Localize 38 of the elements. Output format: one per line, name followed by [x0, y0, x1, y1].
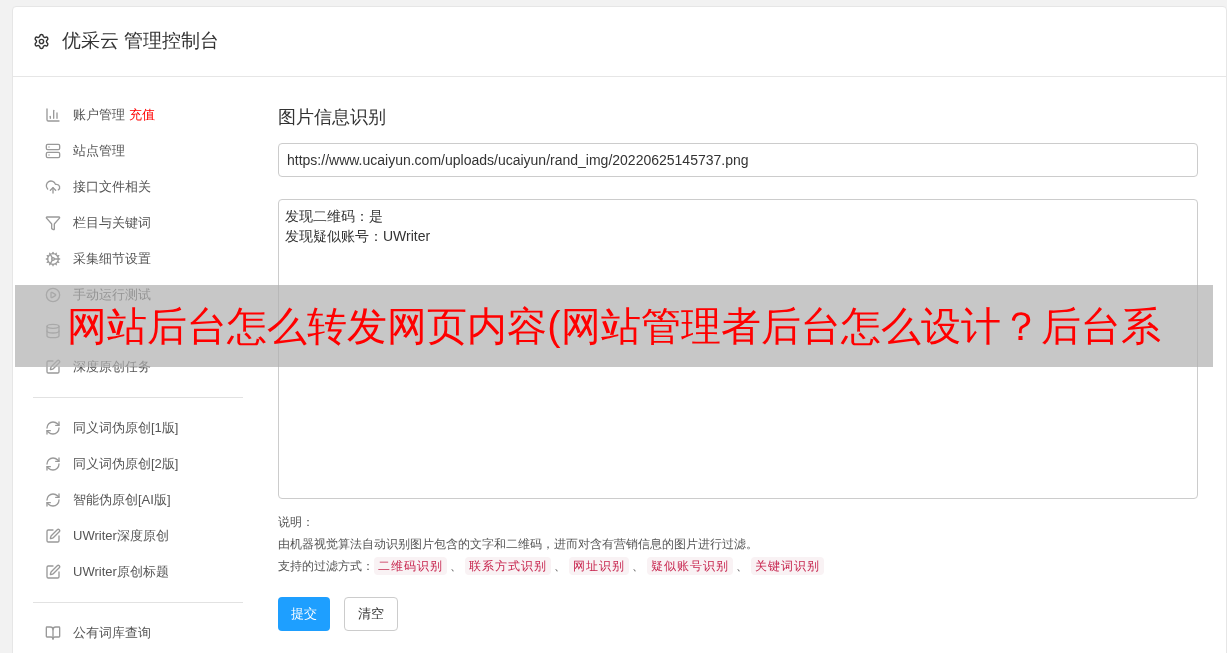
method-tag: 网址识别: [569, 557, 629, 575]
sidebar-item[interactable]: 公有词库查询: [73, 623, 151, 643]
settings-icon: [33, 33, 50, 50]
sidebar-item[interactable]: 接口文件相关: [73, 177, 151, 197]
sidebar-item[interactable]: 智能伪原创[AI版]: [73, 490, 171, 510]
edit-icon: [45, 564, 61, 580]
url-field[interactable]: https://www.ucaiyun.com/uploads/ucaiyun/rand_img/20220625145737.png: [278, 143, 1198, 177]
section-heading: 图片信息识别: [278, 106, 387, 129]
sidebar-item[interactable]: 账户管理 充值: [73, 105, 155, 125]
method-tag: 疑似账号识别: [647, 557, 733, 575]
cloud-upload-icon: [45, 179, 61, 195]
sidebar-item[interactable]: UWriter原创标题: [73, 562, 169, 582]
separator-text: 、: [450, 558, 462, 575]
refresh-icon: [45, 492, 61, 508]
sidebar-item[interactable]: 站点管理: [73, 141, 125, 161]
refresh-icon: [45, 456, 61, 472]
sidebar-item[interactable]: UWriter深度原创: [73, 526, 169, 546]
method-tag: 联系方式识别: [465, 557, 551, 575]
separator-text: 、: [632, 558, 644, 575]
method-tag: 二维码识别: [374, 557, 447, 575]
separator-text: 、: [554, 558, 566, 575]
window-title: 优采云 管理控制台: [62, 29, 220, 54]
sidebar-item[interactable]: 栏目与关键词: [73, 213, 151, 233]
clear-button[interactable]: 清空: [344, 597, 398, 631]
sidebar-item[interactable]: 同义词伪原创[2版]: [73, 454, 179, 474]
notes-title: 说明：: [278, 514, 315, 531]
edit-icon: [45, 528, 61, 544]
separator-text: 、: [736, 558, 748, 575]
description-text: 由机器视觉算法自动识别图片包含的文字和二维码，进而对含有营销信息的图片进行过滤。: [278, 536, 759, 553]
server-icon: [45, 143, 61, 159]
method-tag: 关键词识别: [751, 557, 824, 575]
refresh-icon: [45, 420, 61, 436]
methods-label: 支持的过滤方式：: [278, 558, 374, 575]
sidebar-item[interactable]: 同义词伪原创[1版]: [73, 418, 179, 438]
filter-icon: [45, 215, 61, 231]
sidebar-item[interactable]: 采集细节设置: [73, 249, 151, 269]
bar-chart-icon: [45, 107, 61, 123]
book-icon: [45, 625, 61, 641]
